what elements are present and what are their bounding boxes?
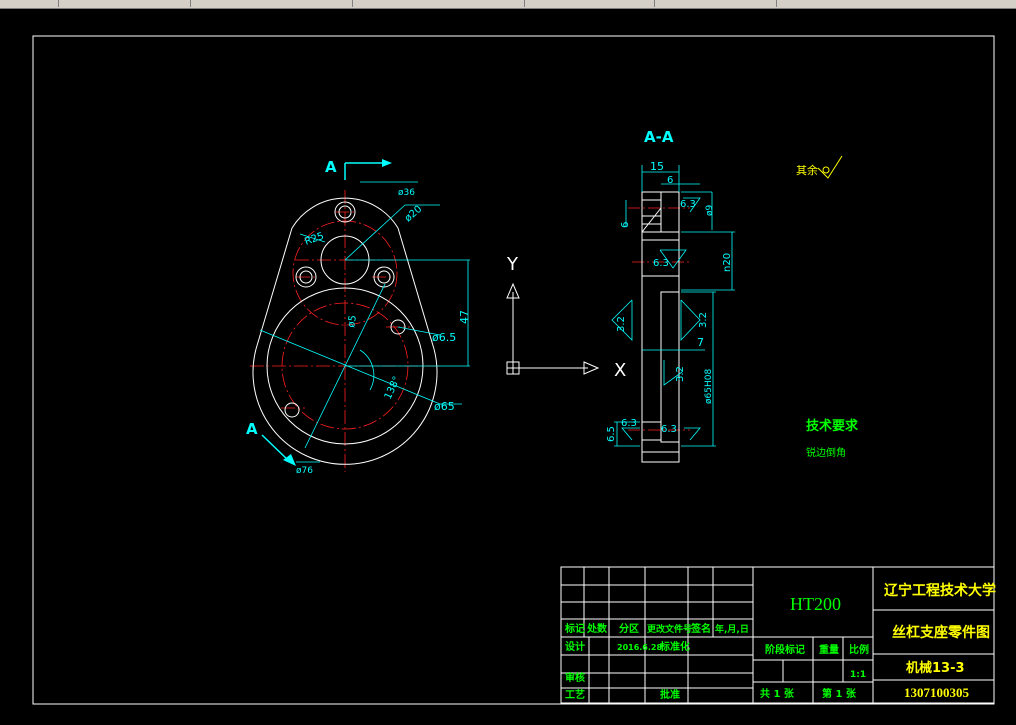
tech-req-line1: 锐边倒角 (806, 446, 846, 459)
student-number: 1307100305 (904, 685, 970, 700)
dim-r25: R25 (303, 231, 325, 248)
dim-d65-h08: ø65H08 (704, 369, 714, 404)
dim-6-side: 6 (620, 222, 631, 228)
weight-label: 重量 (819, 643, 839, 656)
rough-3-2-a: 3.2 (616, 316, 627, 332)
stage-mark-label: 阶段标记 (765, 643, 805, 656)
hdr-zone: 分区 (619, 622, 639, 635)
rough-6-3-d: 6.3 (661, 424, 677, 435)
dim-n20: n20 (722, 253, 733, 272)
tech-req-title: 技术要求 (806, 418, 859, 434)
dim-6-5: 6.5 (606, 426, 617, 442)
design-date: 2016.6.28 (617, 643, 662, 652)
rough-6-3-c: 6.3 (621, 418, 637, 429)
row-review: 审核 (565, 671, 585, 684)
ucs-y-label: Y (506, 254, 519, 275)
cad-drawing-canvas[interactable]: A A ø36 ø20 R25 ø5 ø6.5 47 138° ø65 ø76 … (0, 9, 1016, 725)
rough-6-3-a: 6.3 (680, 199, 696, 210)
front-view (250, 159, 470, 472)
dim-47: 47 (458, 310, 471, 324)
front-centerlines (250, 190, 440, 472)
dim-d9: ø9 (705, 204, 715, 216)
hdr-sign: 签名 (690, 622, 711, 635)
section-title: A-A (644, 128, 674, 146)
rough-6-3-b: 6.3 (653, 258, 669, 269)
window-toolbar-strip (0, 0, 1016, 9)
roughness-symbol (817, 155, 843, 179)
dim-d36: ø36 (398, 188, 415, 198)
school-name: 辽宁工程技术大学 (884, 582, 996, 599)
section-marker-top: A (325, 158, 337, 176)
row-standardize: 标准化 (659, 640, 690, 653)
toolbar-segment[interactable] (656, 0, 777, 7)
scale-label: 比例 (849, 643, 869, 656)
dim-6-top: 6 (667, 175, 673, 186)
row-approve: 批准 (660, 688, 680, 701)
toolbar-segment[interactable] (354, 0, 525, 7)
toolbar-segment[interactable] (192, 0, 353, 7)
dim-15: 15 (650, 160, 664, 173)
material-label: HT200 (790, 594, 841, 614)
ucs-x-label: X (614, 360, 626, 381)
rough-3-2-c: 3.2 (675, 366, 686, 382)
hdr-count: 处数 (586, 622, 608, 635)
dim-d5: ø5 (346, 314, 359, 328)
sheet-number: 第 1 张 (822, 687, 857, 700)
drawing-name: 丝杠支座零件图 (892, 624, 990, 641)
total-sheets: 共 1 张 (760, 687, 795, 700)
hdr-date: 年,月,日 (715, 623, 749, 635)
section-marker-bottom: A (246, 420, 258, 438)
class-name: 机械13-3 (906, 660, 965, 676)
row-process: 工艺 (565, 688, 585, 701)
hdr-mark: 标记 (564, 622, 585, 635)
toolbar-segment[interactable] (0, 0, 59, 7)
dim-7: 7 (697, 336, 704, 349)
ucs-icon (506, 282, 600, 375)
toolbar-segment[interactable] (526, 0, 655, 7)
toolbar-segment[interactable] (60, 0, 191, 7)
dim-d65: ø65 (434, 400, 455, 413)
rough-3-2-b: 3.2 (698, 312, 709, 328)
dim-d6-5-hole: ø6.5 (432, 331, 456, 344)
dim-d20: ø20 (403, 204, 425, 225)
hdr-doc-no: 更改文件号 (647, 623, 692, 635)
scale-value: 1:1 (850, 670, 866, 680)
roughness-other-label: 其余 (796, 163, 818, 177)
row-design: 设计 (565, 640, 585, 653)
front-dim-lines (259, 181, 470, 463)
dim-d76: ø76 (296, 466, 313, 476)
